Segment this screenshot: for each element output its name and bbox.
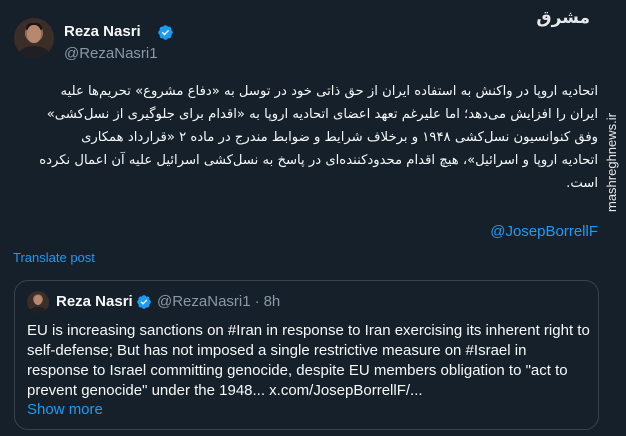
mention-link[interactable]: @JosepBorrellF [490,223,598,240]
watermark-site: mashreghnews.ir [602,12,620,432]
translate-post-link[interactable]: Translate post [13,250,95,265]
meta-separator: · [254,293,260,310]
post-body-line: ایران را افزایش می‌دهد؛ اما علیرغم تعهد … [46,107,598,122]
post-container: Reza Nasri @RezaNasri1 مشرق mashreghnews… [0,0,626,436]
author-name[interactable]: Reza Nasri [64,23,141,40]
post-body-line: اتحادیه اروپا در واکنش به استفاده ایران … [60,84,598,99]
quoted-post-time[interactable]: 8h [264,293,281,310]
show-more-link[interactable]: Show more [27,401,103,418]
verified-badge-icon [137,295,151,309]
post-body-line: وفق کنوانسیون نسل‌کشی ۱۹۴۸ و برخلاف شرای… [81,130,598,145]
quoted-author-handle[interactable]: @RezaNasri1 [157,293,251,310]
watermark-site-text: mashreghnews.ir [604,113,619,212]
quoted-post[interactable]: Reza Nasri @RezaNasri1 · 8h EU is increasi… [14,280,599,430]
post-body: اتحادیه اروپا در واکنش به استفاده ایران … [0,80,598,195]
verified-badge-icon [158,25,173,40]
quoted-author-avatar[interactable] [27,291,49,313]
post-body-line: است. [566,176,598,191]
quoted-author-meta: @RezaNasri1 · 8h [157,293,280,310]
author-avatar[interactable] [14,18,54,58]
quoted-author-name[interactable]: Reza Nasri [56,293,133,310]
post-body-line: اتحادیه اروپا و اسرائیل»، هیچ اقدام محدو… [39,153,598,168]
quoted-post-text: EU is increasing sanctions on #Iran in r… [27,322,590,399]
author-handle[interactable]: @RezaNasri1 [64,45,158,62]
watermark-logo: مشرق [536,8,590,28]
